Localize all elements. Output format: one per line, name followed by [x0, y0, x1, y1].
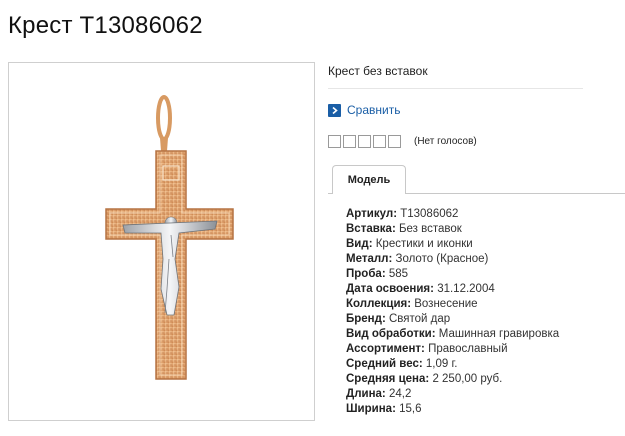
- spec-row: Бренд: Святой дар: [346, 313, 451, 325]
- spec-row: Коллекция: Вознесение: [346, 298, 478, 310]
- votes-label: (Нет голосов): [414, 136, 477, 147]
- page-title: Крест T13086062: [8, 12, 203, 39]
- spec-label: Проба: [346, 268, 382, 280]
- spec-label: Бренд: [346, 313, 382, 325]
- product-image[interactable]: [8, 62, 315, 421]
- spec-label: Вид: [346, 238, 369, 250]
- spec-label: Средний вес: [346, 358, 419, 370]
- cross-pendant-image: [105, 95, 234, 380]
- spec-row: Вставка: Без вставок: [346, 223, 462, 235]
- spec-value: 585: [388, 268, 409, 280]
- spec-value: 24,2: [388, 388, 412, 400]
- spec-value: Без вставок: [398, 223, 462, 235]
- spec-label: Ассортимент: [346, 343, 422, 355]
- spec-row: Ширина: 15,6: [346, 403, 422, 415]
- spec-value: 1,09 г.: [425, 358, 458, 370]
- rating-widget: (Нет голосов): [328, 135, 477, 148]
- chevron-right-icon: [328, 103, 341, 117]
- spec-value: Золото (Красное): [395, 253, 489, 265]
- tab-model[interactable]: Модель: [332, 165, 406, 194]
- spec-label: Длина: [346, 388, 382, 400]
- product-subtitle: Крест без вставок: [328, 64, 428, 78]
- spec-row: Длина: 24,2: [346, 388, 412, 400]
- spec-row: Вид: Крестики и иконки: [346, 238, 473, 250]
- spec-row: Дата освоения: 31.12.2004: [346, 283, 495, 295]
- rating-star-1[interactable]: [328, 135, 341, 148]
- rating-star-2[interactable]: [343, 135, 356, 148]
- rating-star-5[interactable]: [388, 135, 401, 148]
- spec-value: 31.12.2004: [437, 283, 495, 295]
- divider: [328, 88, 583, 89]
- spec-value: 2 250,00 руб.: [432, 373, 503, 385]
- spec-row: Проба: 585: [346, 268, 409, 280]
- spec-label: Дата освоения: [346, 283, 431, 295]
- spec-row: Металл: Золото (Красное): [346, 253, 489, 265]
- rating-star-4[interactable]: [373, 135, 386, 148]
- spec-label: Коллекция: [346, 298, 408, 310]
- spec-row: Средняя цена: 2 250,00 руб.: [346, 373, 503, 385]
- spec-value: Святой дар: [388, 313, 451, 325]
- spec-label: Вид обработки: [346, 328, 432, 340]
- spec-label: Ширина: [346, 403, 393, 415]
- spec-row: Ассортимент: Православный: [346, 343, 508, 355]
- spec-row: Артикул: T13086062: [346, 208, 459, 220]
- spec-value: T13086062: [400, 208, 459, 220]
- spec-row: Средний вес: 1,09 г.: [346, 358, 458, 370]
- compare-link[interactable]: Сравнить: [328, 103, 400, 117]
- spec-list: Артикул: T13086062 Вставка: Без вставок …: [346, 207, 559, 417]
- compare-label: Сравнить: [347, 103, 401, 117]
- spec-value: 15,6: [399, 403, 422, 415]
- spec-label: Артикул: [346, 208, 394, 220]
- spec-label: Вставка: [346, 223, 392, 235]
- spec-label: Средняя цена: [346, 373, 426, 385]
- spec-value: Православный: [428, 343, 508, 355]
- spec-row: Вид обработки: Машинная гравировка: [346, 328, 560, 340]
- rating-star-3[interactable]: [358, 135, 371, 148]
- spec-label: Металл: [346, 253, 389, 265]
- spec-value: Вознесение: [414, 298, 478, 310]
- spec-value: Машинная гравировка: [438, 328, 560, 340]
- spec-value: Крестики и иконки: [375, 238, 473, 250]
